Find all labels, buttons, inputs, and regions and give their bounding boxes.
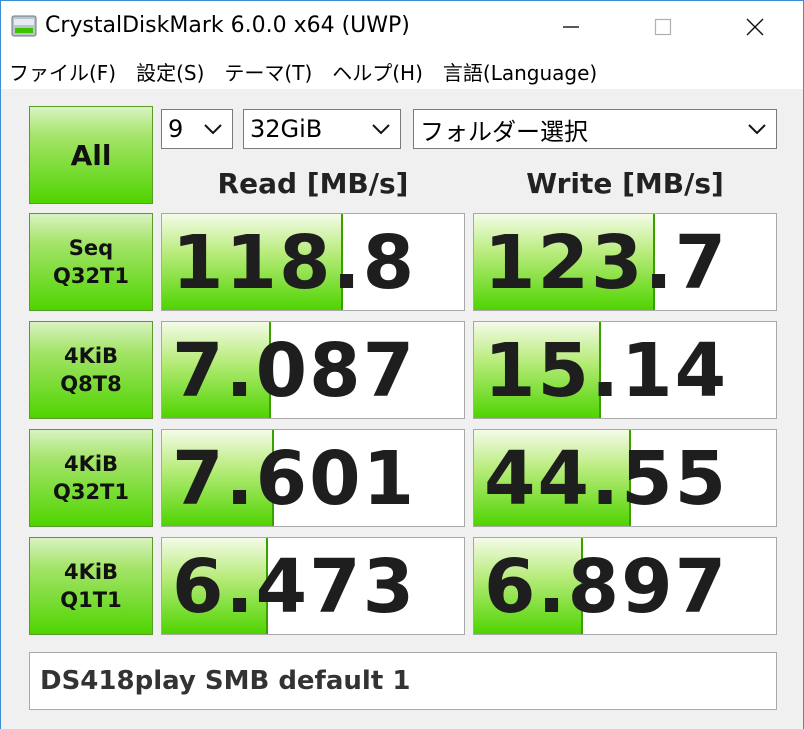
menu-language[interactable]: 言語(Language) xyxy=(443,57,597,86)
test-label-line1: 4KiB xyxy=(63,344,119,368)
test-label-line1: Seq xyxy=(68,236,114,260)
read-value: 6.473 xyxy=(172,544,417,630)
write-value: 123.7 xyxy=(484,220,729,306)
test-label-line2: Q1T1 xyxy=(60,588,122,612)
maximize-icon xyxy=(654,18,672,36)
read-value: 118.8 xyxy=(172,220,417,306)
chevron-down-icon xyxy=(204,124,222,135)
read-result-4kib-q8t8: 7.087 xyxy=(161,321,465,419)
write-result-seq-q32t1: 123.7 xyxy=(473,213,777,311)
test-label-line1: 4KiB xyxy=(63,560,119,584)
size-select[interactable]: 32GiB xyxy=(243,109,401,149)
title-bar: CrystalDiskMark 6.0.0 x64 (UWP) xyxy=(1,1,803,53)
all-button[interactable]: All xyxy=(29,106,153,204)
test-label-line1: 4KiB xyxy=(63,452,119,476)
read-result-4kib-q1t1: 6.473 xyxy=(161,537,465,635)
app-window: CrystalDiskMark 6.0.0 x64 (UWP) ファイル(F) … xyxy=(0,0,804,729)
menu-settings[interactable]: 設定(S) xyxy=(136,57,204,86)
write-value: 15.14 xyxy=(484,328,729,414)
seq-q32t1-button[interactable]: Seq Q32T1 xyxy=(29,213,153,311)
drive-value: フォルダー選択 xyxy=(420,117,588,146)
read-value: 7.601 xyxy=(172,436,417,522)
menu-theme[interactable]: テーマ(T) xyxy=(224,57,312,86)
test-label-line2: Q32T1 xyxy=(52,264,129,288)
read-header: Read [MB/s] xyxy=(217,167,409,200)
close-button[interactable] xyxy=(709,1,801,53)
drive-select[interactable]: フォルダー選択 xyxy=(413,109,777,149)
test-label-line2: Q8T8 xyxy=(60,372,122,396)
write-value: 44.55 xyxy=(484,436,729,522)
write-header: Write [MB/s] xyxy=(526,167,724,200)
close-icon xyxy=(746,18,764,36)
menu-help[interactable]: ヘルプ(H) xyxy=(332,57,423,86)
4kib-q8t8-button[interactable]: 4KiB Q8T8 xyxy=(29,321,153,419)
read-value: 7.087 xyxy=(172,328,417,414)
menu-file[interactable]: ファイル(F) xyxy=(9,57,116,86)
client-area: All 9 32GiB フォルダー選択 Read [MB/s] Write [M… xyxy=(1,89,803,729)
maximize-button[interactable] xyxy=(617,1,709,53)
minimize-button[interactable] xyxy=(525,1,617,53)
write-result-4kib-q8t8: 15.14 xyxy=(473,321,777,419)
minimize-icon xyxy=(563,26,579,28)
comment-field[interactable]: DS418play SMB default 1 xyxy=(29,652,777,710)
read-result-seq-q32t1: 118.8 xyxy=(161,213,465,311)
4kib-q1t1-button[interactable]: 4KiB Q1T1 xyxy=(29,537,153,635)
write-result-4kib-q1t1: 6.897 xyxy=(473,537,777,635)
write-value: 6.897 xyxy=(484,544,729,630)
chevron-down-icon xyxy=(748,124,766,135)
disk-icon xyxy=(11,15,37,37)
test-label-line2: Q32T1 xyxy=(52,480,129,504)
write-result-4kib-q32t1: 44.55 xyxy=(473,429,777,527)
count-select[interactable]: 9 xyxy=(161,109,233,149)
read-result-4kib-q32t1: 7.601 xyxy=(161,429,465,527)
4kib-q32t1-button[interactable]: 4KiB Q32T1 xyxy=(29,429,153,527)
chevron-down-icon xyxy=(372,124,390,135)
count-value: 9 xyxy=(168,115,184,143)
size-value: 32GiB xyxy=(250,115,323,143)
menu-bar: ファイル(F) 設定(S) テーマ(T) ヘルプ(H) 言語(Language) xyxy=(1,53,803,89)
window-title: CrystalDiskMark 6.0.0 x64 (UWP) xyxy=(45,13,410,38)
